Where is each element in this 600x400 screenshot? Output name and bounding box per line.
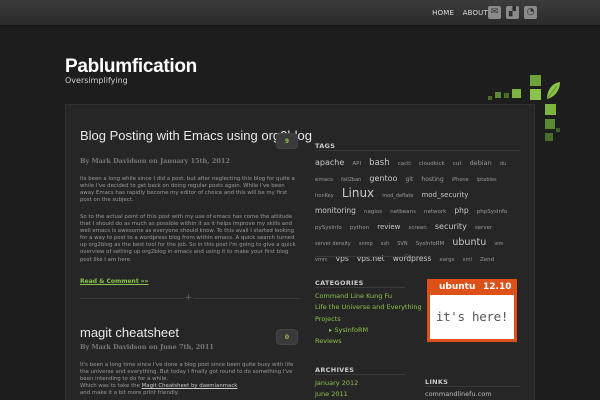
tag-link[interactable]: xargs bbox=[439, 257, 454, 263]
tag-link[interactable]: server bbox=[475, 225, 492, 231]
tag-link[interactable]: cacti bbox=[398, 161, 411, 167]
tag-link[interactable]: mod_deflate bbox=[382, 193, 413, 199]
tag-link[interactable]: iPhone bbox=[452, 177, 469, 183]
post-text: Which was to take the bbox=[80, 383, 142, 390]
read-more-link[interactable]: Read & Comment »» bbox=[80, 278, 149, 285]
tag-link[interactable]: cut bbox=[453, 161, 462, 167]
post-paragraph: Its been a long while since I did a post… bbox=[80, 176, 295, 204]
archive-list: January 2012 June 2011 bbox=[315, 378, 358, 400]
post-meta: By Mark Davidson on January 15th, 2012 bbox=[80, 157, 230, 165]
links-list: commandlinefu.com bbox=[425, 389, 492, 400]
site-title[interactable]: Pablumfication bbox=[65, 56, 197, 78]
tag-link[interactable]: ubuntu bbox=[452, 237, 486, 248]
tag-link[interactable]: IronKey bbox=[315, 193, 334, 199]
category-item[interactable]: Command Line Kung Fu bbox=[315, 291, 422, 302]
tag-link[interactable]: git bbox=[406, 176, 414, 183]
tag-link[interactable]: nagios bbox=[364, 209, 382, 215]
category-subitem-label[interactable]: SysInfoRM bbox=[334, 326, 368, 334]
tag-link[interactable]: snmp bbox=[359, 241, 373, 247]
rss-icon[interactable]: ◔ bbox=[524, 6, 537, 19]
category-list: Command Line Kung Fu Life the Universe a… bbox=[315, 291, 422, 347]
post-text: and make it a bit more print friendly. bbox=[80, 390, 179, 397]
comment-count-badge[interactable]: 9 bbox=[276, 133, 298, 149]
post-text: It's been a long time since I've done a … bbox=[80, 362, 294, 383]
archives-divider bbox=[315, 374, 405, 375]
tag-link[interactable]: pySysInfo bbox=[315, 225, 342, 231]
archive-item[interactable]: June 2011 bbox=[315, 389, 358, 400]
tag-link[interactable]: SysInfoRM bbox=[416, 241, 445, 247]
tag-link[interactable]: mod_security bbox=[421, 191, 468, 199]
tag-link[interactable]: emacs bbox=[315, 177, 333, 183]
tag-link[interactable]: xml bbox=[463, 257, 472, 263]
tag-link[interactable]: hosting bbox=[421, 176, 443, 183]
post-title[interactable]: magit cheatsheet bbox=[80, 325, 179, 340]
links-divider bbox=[425, 386, 520, 387]
tag-link[interactable]: du bbox=[500, 161, 506, 167]
tag-link[interactable]: SVN bbox=[397, 241, 407, 247]
tag-link[interactable]: vmrc bbox=[315, 257, 328, 263]
tag-link[interactable]: bash bbox=[369, 158, 389, 168]
post-meta: By Mark Davidson on June 7th, 2011 bbox=[80, 343, 214, 351]
tag-link[interactable]: apache bbox=[315, 158, 344, 167]
tag-link[interactable]: vim bbox=[494, 241, 503, 247]
nav-home-link[interactable]: HOME bbox=[432, 9, 454, 17]
post-paragraph: It's been a long time since I've done a … bbox=[80, 362, 300, 397]
cheatsheet-link[interactable]: Magit Cheatsheet by daemianmack bbox=[142, 383, 238, 389]
ubuntu-message: it's here! bbox=[430, 295, 514, 339]
ubuntu-version: 12.10 bbox=[483, 282, 512, 292]
plus-icon: + bbox=[184, 293, 193, 303]
tag-link[interactable]: cloudkick bbox=[419, 161, 445, 167]
tag-link[interactable]: review bbox=[377, 223, 400, 231]
tag-link[interactable]: monitoring bbox=[315, 206, 356, 215]
nav-about-link[interactable]: ABOUT bbox=[463, 9, 488, 17]
plus-icon: ○ bbox=[404, 253, 410, 260]
link-item[interactable]: commandlinefu.com bbox=[425, 389, 492, 400]
tag-link[interactable]: ssh bbox=[381, 241, 389, 247]
tag-link[interactable]: Linux bbox=[342, 186, 374, 200]
categories-heading: CATEGORIES bbox=[315, 279, 364, 287]
tag-link[interactable]: screen bbox=[408, 225, 426, 231]
tag-link[interactable]: netbeans bbox=[390, 209, 416, 215]
categories-divider bbox=[315, 287, 405, 288]
tag-link[interactable]: fail2ban bbox=[341, 177, 361, 183]
tag-link[interactable]: python bbox=[350, 225, 369, 231]
tag-link[interactable]: Zend bbox=[480, 257, 494, 263]
site-tagline: Oversimplifying bbox=[65, 76, 128, 85]
tag-link[interactable]: security bbox=[435, 222, 467, 231]
tag-link[interactable]: network bbox=[424, 209, 446, 215]
delicious-icon[interactable]: ▞ bbox=[506, 6, 519, 19]
tags-heading: TAGS bbox=[315, 142, 336, 150]
tag-link[interactable]: debian bbox=[470, 159, 492, 167]
tag-link[interactable]: iptables bbox=[477, 177, 497, 183]
category-subitem[interactable]: ▸ SysInfoRM bbox=[315, 325, 422, 336]
tag-link[interactable]: gentoo bbox=[369, 174, 397, 183]
post-paragraph: So to the actual point of this post with… bbox=[80, 214, 296, 263]
links-heading: LINKS bbox=[425, 378, 449, 386]
tags-footer-divider bbox=[315, 256, 405, 257]
tag-cloud: apache API bash cacti cloudkick cut debi… bbox=[315, 154, 520, 266]
top-nav: HOME ABOUT bbox=[426, 9, 488, 17]
category-item[interactable]: Reviews bbox=[315, 336, 422, 347]
tag-link[interactable]: server density bbox=[315, 241, 351, 247]
category-item[interactable]: Projects bbox=[315, 314, 422, 325]
ubuntu-brand: ubuntu bbox=[439, 282, 476, 292]
tag-link[interactable]: php bbox=[454, 206, 468, 215]
tag-link[interactable]: phpSysInfo bbox=[477, 209, 508, 215]
email-icon[interactable]: ✉ bbox=[488, 6, 501, 19]
comment-count-badge[interactable]: 0 bbox=[276, 329, 298, 345]
archives-heading: ARCHIVES bbox=[315, 366, 355, 374]
category-item[interactable]: Life the Universe and Everything bbox=[315, 302, 422, 313]
archive-item[interactable]: January 2012 bbox=[315, 378, 358, 389]
leaf-icon bbox=[546, 82, 560, 100]
tag-link[interactable]: API bbox=[352, 161, 361, 167]
ubuntu-release-badge[interactable]: ubuntu 12.10 it's here! bbox=[427, 279, 517, 342]
top-bar: HOME ABOUT ✉ ▞ ◔ bbox=[0, 0, 600, 26]
